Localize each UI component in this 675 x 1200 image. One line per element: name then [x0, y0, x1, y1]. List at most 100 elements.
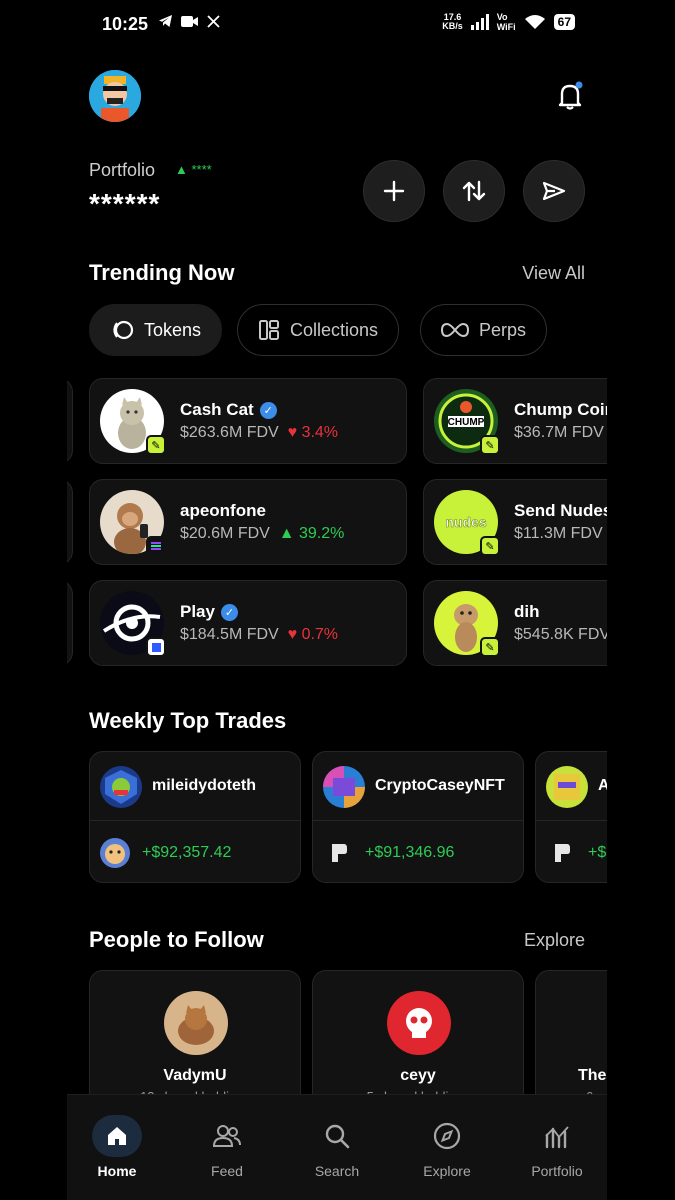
network-speed: 17.6 KB/s [442, 12, 463, 31]
token-fdv-line: $545.8K FDV [514, 626, 607, 643]
token-card-cash-cat[interactable]: ✎ Cash Cat ✓ $263.6M FDV ♥ 3.4% [89, 378, 407, 464]
trader-name: mileidydoteth [152, 777, 257, 794]
portfolio-value: ****** [89, 188, 161, 219]
tokens-icon [113, 320, 134, 340]
wifi-icon [524, 15, 545, 29]
token-card-apeonfone[interactable]: apeonfone $20.6M FDV ▲ 39.2% [89, 479, 407, 565]
pump-badge-icon: ✎ [480, 637, 500, 657]
trade-profit: +$91,346.96 [365, 844, 455, 861]
tab-perps[interactable]: Perps [420, 304, 548, 356]
nav-explore-label: Explore [423, 1163, 471, 1179]
person-card[interactable]: ceyy 5 shared holdings [312, 970, 524, 1110]
people-title: People to Follow [89, 927, 264, 952]
pump-badge-icon: ✎ [480, 435, 500, 455]
swap-button[interactable] [443, 160, 505, 222]
svg-text:CHUMP: CHUMP [448, 417, 485, 428]
swap-icon [462, 180, 486, 202]
notifications-button[interactable] [557, 81, 583, 111]
explore-link[interactable]: Explore [524, 930, 585, 951]
nav-feed[interactable]: Feed [177, 1115, 277, 1179]
trade-profit: +$ [588, 844, 607, 861]
trade-asset-icon [546, 838, 576, 868]
token-name: Send Nudes [514, 501, 607, 520]
person-avatar [387, 991, 451, 1055]
nav-portfolio-label: Portfolio [531, 1163, 583, 1179]
tab-collections-label: Collections [290, 319, 379, 340]
token-card-offscreen[interactable] [67, 580, 73, 666]
down-change: ♥ 3.4% [287, 424, 339, 441]
tab-tokens-label: Tokens [144, 319, 202, 340]
trade-card[interactable]: A +$ [535, 751, 607, 883]
telegram-icon [159, 15, 172, 27]
pump-badge-icon: ✎ [480, 536, 500, 556]
token-name: Cash Cat ✓ [180, 400, 277, 420]
token-fdv-line: $263.6M FDV ♥ 3.4% [180, 424, 339, 441]
trade-asset-icon [100, 838, 130, 868]
card-divider [313, 820, 523, 821]
add-button[interactable] [363, 160, 425, 222]
status-right: 17.6 KB/s Vo WiFi 67 [442, 12, 575, 32]
token-card-send-nudes[interactable]: nudes ✎ Send Nudes $11.3M FDV [423, 479, 607, 565]
token-card-offscreen[interactable] [67, 479, 73, 565]
infinity-icon [441, 322, 469, 338]
trade-card[interactable]: CryptoCaseyNFT +$91,346.96 [312, 751, 524, 883]
trade-asset-icon [323, 838, 353, 868]
token-card-chump-coin[interactable]: CHUMP ✎ Chump Coin $36.7M FDV [423, 378, 607, 464]
home-icon [92, 1115, 142, 1157]
video-icon [181, 15, 198, 27]
tab-perps-label: Perps [479, 319, 527, 340]
signal-icon [470, 14, 489, 30]
token-fdv-line: $11.3M FDV [514, 525, 603, 542]
nav-explore[interactable]: Explore [397, 1115, 497, 1179]
portfolio-delta: ▲ **** [175, 162, 212, 177]
chain-badge-icon [146, 637, 166, 657]
nav-feed-label: Feed [211, 1163, 243, 1179]
trader-name: A [598, 777, 607, 795]
tab-collections[interactable]: Collections [237, 304, 400, 356]
nav-home[interactable]: Home [67, 1115, 167, 1179]
token-fdv-line: $184.5M FDV ♥ 0.7% [180, 626, 339, 643]
token-name: Chump Coin [514, 400, 607, 419]
trader-avatar [100, 766, 142, 808]
app-screen: Portfolio ▲ **** ****** Trending Now Vie… [67, 48, 607, 1200]
view-all-link[interactable]: View All [522, 263, 585, 284]
trade-card[interactable]: mileidydoteth +$92,357.42 [89, 751, 301, 883]
verified-icon: ✓ [220, 603, 238, 621]
status-left-icons [158, 14, 220, 28]
battery-indicator: 67 [553, 14, 575, 30]
token-name: dih [514, 602, 540, 621]
status-bar: 10:25 17.6 KB/s Vo WiFi 67 [0, 0, 675, 48]
person-card[interactable]: TheI 6 s [535, 970, 607, 1110]
profile-avatar[interactable] [89, 70, 141, 122]
notification-dot [575, 81, 583, 89]
tab-tokens[interactable]: Tokens [89, 304, 223, 356]
nav-home-label: Home [97, 1163, 137, 1179]
people-icon [202, 1115, 252, 1157]
token-fdv-line: $36.7M FDV [514, 424, 604, 441]
status-time: 10:25 [102, 14, 149, 34]
person-avatar [164, 991, 228, 1055]
nav-search[interactable]: Search [287, 1115, 387, 1179]
nav-portfolio[interactable]: Portfolio [507, 1115, 607, 1179]
solana-badge-icon [146, 536, 166, 556]
person-card[interactable]: VadymU 13 shared holdings [89, 970, 301, 1110]
send-button[interactable] [523, 160, 585, 222]
portfolio-label: Portfolio [89, 160, 156, 180]
compass-icon [422, 1115, 472, 1157]
pump-badge-icon: ✎ [146, 435, 166, 455]
volte-label: Vo WiFi [496, 12, 516, 32]
token-card-offscreen[interactable] [67, 378, 73, 464]
card-divider [90, 820, 300, 821]
trade-profit: +$92,357.42 [142, 844, 232, 861]
search-icon [312, 1115, 362, 1157]
trader-name: CryptoCaseyNFT [375, 777, 505, 794]
token-card-play[interactable]: Play ✓ $184.5M FDV ♥ 0.7% [89, 580, 407, 666]
bottom-nav: Home Feed Search Explore Portfolio [67, 1094, 607, 1200]
weekly-trades-title: Weekly Top Trades [89, 708, 287, 733]
trader-avatar [546, 766, 588, 808]
add-icon [383, 180, 405, 202]
person-name: VadymU [163, 1067, 227, 1084]
collections-icon [259, 320, 279, 340]
token-card-dih[interactable]: ✎ dih $545.8K FDV [423, 580, 607, 666]
token-fdv-line: $20.6M FDV ▲ 39.2% [180, 525, 345, 542]
